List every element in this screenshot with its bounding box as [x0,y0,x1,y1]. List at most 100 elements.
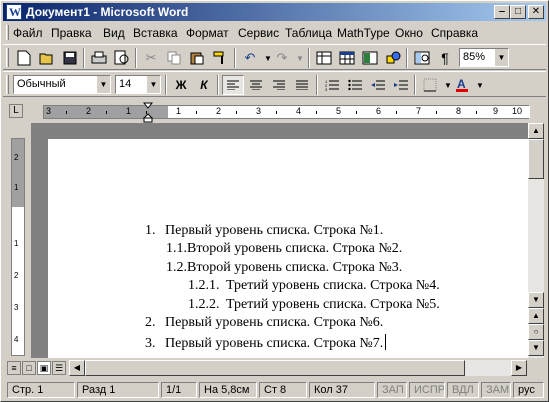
scroll-up-icon[interactable]: ▲ [528,123,544,139]
scroll-right-icon[interactable]: ▶ [511,360,527,376]
status-ovr[interactable]: ЗАМ [481,382,511,398]
menu-file[interactable]: Файл [13,26,43,40]
paste-icon[interactable] [186,48,208,68]
list-item[interactable]: 1. Первый уровень списка. Строка №1. [145,223,383,239]
menu-gripper[interactable] [6,25,9,40]
status-rec[interactable]: ЗАП [377,382,407,398]
menu-table[interactable]: Таблица [285,26,332,40]
title-bar[interactable]: W Документ1 - Microsoft Word ‒ □ ✕ [3,3,546,21]
menu-window[interactable]: Окно [395,26,423,40]
status-ext[interactable]: ВДЛ [447,382,479,398]
bullet-list-icon[interactable] [344,75,366,95]
window-title: Документ1 - Microsoft Word [26,5,189,19]
zoom-select[interactable]: 85% ▼ [459,48,509,67]
bold-button[interactable]: Ж [170,75,192,95]
tab-stop-selector[interactable]: L [9,104,23,118]
page-view-icon[interactable]: ▣ [37,361,51,375]
decrease-indent-icon[interactable] [367,75,389,95]
menu-mathtype[interactable]: MathType [337,26,390,40]
print-icon[interactable] [88,48,110,68]
status-column: Кол 37 [309,382,375,398]
list-item[interactable]: 2. Первый уровень списка. Строка №6. [145,315,383,331]
save-icon[interactable] [59,48,81,68]
toolbar-gripper-2[interactable] [6,75,9,94]
web-view-icon[interactable]: □ [22,361,36,375]
menu-help[interactable]: Справка [431,26,478,40]
justify-icon[interactable] [291,75,313,95]
align-right-icon[interactable] [268,75,290,95]
print-preview-icon[interactable] [111,48,133,68]
vertical-scroll-thumb[interactable] [528,139,544,179]
word-app-icon[interactable]: W [6,4,22,20]
menu-view[interactable]: Вид [103,26,125,40]
cut-icon[interactable]: ✂ [140,48,162,68]
show-marks-icon[interactable]: ¶ [434,48,456,68]
horizontal-scrollbar[interactable]: ◀ ▶ [69,360,527,376]
align-center-icon[interactable] [245,75,267,95]
table-icon[interactable] [313,48,335,68]
chevron-down-icon[interactable]: ▼ [146,76,160,93]
horizontal-ruler[interactable]: 3 2 1 1 2 3 4 5 6 7 8 9 10 11 [43,102,530,123]
open-icon[interactable] [36,48,58,68]
italic-button[interactable]: К [193,75,215,95]
status-position: На 5,8см [199,382,257,398]
style-select[interactable]: Обычный ▼ [13,75,111,94]
word-window: W Документ1 - Microsoft Word ‒ □ ✕ Файл … [0,0,549,402]
formatting-toolbar: Обычный ▼ 14 ▼ Ж К 123 ▼ A ▼ [3,71,546,97]
svg-text:3: 3 [325,87,328,91]
scroll-left-icon[interactable]: ◀ [69,360,85,376]
status-section: Разд 1 [77,382,159,398]
status-bar: Стр. 1 Разд 1 1/1 На 5,8см Ст 8 Кол 37 З… [3,380,546,400]
font-size-select[interactable]: 14 ▼ [115,75,161,94]
status-page: Стр. 1 [7,382,75,398]
insert-table-icon[interactable] [336,48,358,68]
list-item[interactable]: 1.2.2. Третий уровень списка. Строка №5. [188,297,440,313]
svg-text:A: A [457,77,466,91]
drawing-icon[interactable] [382,48,404,68]
toolbar-gripper[interactable] [6,48,9,67]
menu-bar: Файл Правка Вид Вставка Формат Сервис Та… [3,23,546,43]
chevron-down-icon[interactable]: ▼ [96,76,110,93]
copy-icon[interactable] [163,48,185,68]
text-cursor [385,334,387,350]
menu-format[interactable]: Формат [186,26,229,40]
chevron-down-icon[interactable]: ▼ [494,49,508,66]
standard-toolbar: ✂ ↶ ▼ ↷ ▼ ¶ 85% ▼ [3,44,546,70]
increase-indent-icon[interactable] [390,75,412,95]
status-language[interactable]: рус [513,382,544,398]
vertical-scrollbar[interactable]: ▲ ▼ ▲ ○ ▼ [528,123,544,358]
menu-tools[interactable]: Сервис [238,26,279,40]
status-trk[interactable]: ИСПР [409,382,445,398]
horizontal-scroll-thumb[interactable] [85,360,465,376]
menu-insert[interactable]: Вставка [133,26,178,40]
maximize-button[interactable]: □ [510,5,526,19]
menu-edit[interactable]: Правка [51,26,92,40]
horizontal-scrollbar-row: ≡ □ ▣ ☰ ◀ ▶ [3,360,546,377]
font-color-dropdown-icon[interactable]: ▼ [469,75,491,95]
horizontal-ruler-row: L 3 2 1 1 2 3 4 5 6 7 8 9 10 11 [3,101,546,123]
normal-view-icon[interactable]: ≡ [7,361,21,375]
align-left-icon[interactable] [222,75,244,95]
close-button[interactable]: ✕ [528,5,544,19]
minimize-button[interactable]: ‒ [494,5,510,19]
numbered-list-icon[interactable]: 123 [321,75,343,95]
vertical-ruler[interactable]: 2 1 1 2 3 4 [11,138,25,356]
new-doc-icon[interactable] [13,48,35,68]
scroll-down-icon[interactable]: ▼ [528,292,544,308]
list-item[interactable]: 1.2.1. Третий уровень списка. Строка №4. [188,278,440,294]
list-item[interactable]: 1.1.Второй уровень списка. Строка №2. [166,241,402,257]
indent-marker-icon[interactable] [143,102,153,124]
list-item[interactable]: 3. Первый уровень списка. Строка №7. [145,334,387,352]
outline-view-icon[interactable]: ☰ [52,361,66,375]
previous-page-icon[interactable]: ▲ [528,308,544,324]
next-page-icon[interactable]: ▼ [528,340,544,356]
document-page[interactable]: 1. Первый уровень списка. Строка №1. 1.1.… [48,139,528,358]
status-line: Ст 8 [259,382,307,398]
select-browse-object-icon[interactable]: ○ [528,324,544,340]
status-pages: 1/1 [161,382,197,398]
document-area: 1. Первый уровень списка. Строка №1. 1.1.… [31,123,528,358]
excel-icon[interactable] [359,48,381,68]
format-painter-icon[interactable] [209,48,231,68]
list-item[interactable]: 1.2.Второй уровень списка. Строка №3. [166,260,402,276]
document-map-icon[interactable] [411,48,433,68]
